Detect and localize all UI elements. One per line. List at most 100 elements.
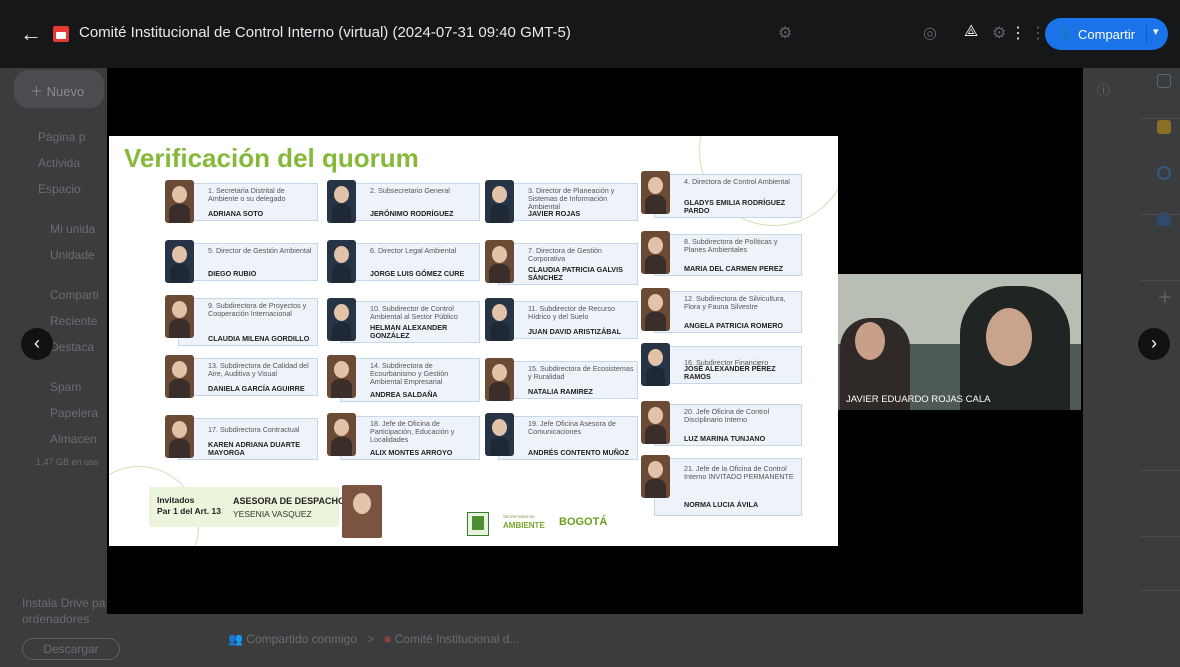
member-name: ANDRÉS CONTENTO MUÑOZ	[528, 448, 629, 457]
plus-icon: ＋	[30, 84, 47, 99]
sidebar-item[interactable]: Unidade	[50, 248, 95, 262]
breadcrumb-separator: >	[367, 632, 375, 646]
share-label: Compartir	[1078, 27, 1136, 42]
sidebar-item[interactable]: Página p	[38, 130, 85, 144]
member-name: JUAN DAVID ARISTIZÁBAL	[528, 327, 622, 336]
advisor-photo	[342, 485, 382, 538]
member-card: 4. Directora de Control Ambiental GLADYS …	[641, 171, 802, 218]
member-role: 5. Director de Gestión Ambiental	[208, 246, 312, 255]
member-photo	[641, 401, 670, 444]
install-promo: Instala Drive pa	[22, 596, 106, 610]
add-to-drive-icon[interactable]: ⟁	[964, 23, 978, 41]
member-photo	[485, 358, 514, 401]
tasks-icon[interactable]	[1157, 166, 1171, 180]
member-name: CLAUDIA PATRICIA GALVIS SÁNCHEZ	[528, 265, 623, 282]
folder-icon: ■	[384, 632, 395, 646]
member-role: 15. Subdirectora de Ecosistemas y Rurali…	[528, 364, 634, 381]
advisor-role: ASESORA DE DESPACHO	[233, 496, 346, 506]
chevron-left-icon[interactable]: ‹	[21, 328, 53, 360]
member-card: 14. Subdirectora de Ecourbanismo y Gesti…	[327, 355, 480, 402]
sidebar-item[interactable]: Papelera	[50, 406, 98, 420]
member-role: 18. Jefe de Oficina de Participación, Ed…	[370, 419, 455, 444]
guests-title: Invitados Par 1 del Art. 13	[157, 495, 221, 516]
sidebar-item[interactable]: Espacio	[38, 182, 81, 196]
member-card: 19. Jefe Oficina Asesora de Comunicacion…	[485, 413, 638, 460]
member-photo	[485, 298, 514, 341]
sidebar-item[interactable]: Spam	[50, 380, 81, 394]
member-photo	[327, 298, 356, 341]
info-icon[interactable]: ⓘ	[1097, 80, 1110, 99]
member-name: JORGE LUIS GÓMEZ CURE	[370, 269, 465, 278]
breadcrumb: 👥 Compartido conmigo > ■ Comité Instituc…	[228, 632, 519, 646]
member-name: LUZ MARINA TUNJANO	[684, 434, 766, 443]
status-icon[interactable]: ◎	[923, 23, 937, 43]
chevron-right-icon[interactable]: ›	[1138, 328, 1170, 360]
settings-sliders-icon[interactable]: ⚙	[778, 23, 792, 43]
member-card: 8. Subdirectora de Políticas y Planes Am…	[641, 231, 802, 276]
member-role: 10. Subdirector de Control Ambiental al …	[370, 304, 458, 321]
member-role: 12. Subdirectora de Silvicultura, Flora …	[684, 294, 786, 311]
advisor-name: YESENIA VASQUEZ	[233, 509, 312, 519]
viewer-header: ← Comité Institucional de Control Intern…	[0, 0, 1180, 68]
member-card: 20. Jefe Oficina de Control Disciplinari…	[641, 401, 802, 446]
breadcrumb-root[interactable]: Compartido conmigo	[246, 632, 357, 646]
share-button[interactable]: 👤 Compartir ▾	[1045, 18, 1168, 50]
member-photo	[641, 171, 670, 214]
member-role: 21. Jefe de la Oficina de Control Intern…	[684, 464, 794, 481]
member-photo	[485, 413, 514, 456]
calendar-icon[interactable]	[1157, 74, 1171, 88]
member-name: MARIA DEL CARMEN PEREZ	[684, 264, 784, 273]
member-card: 11. Subdirector de Recurso Hídrico y del…	[485, 298, 638, 341]
bogota-logo: BOGOTÁ	[559, 516, 608, 528]
member-role: 4. Directora de Control Ambiental	[684, 177, 790, 186]
member-photo	[641, 455, 670, 498]
gear-icon[interactable]: ⚙	[992, 23, 1006, 43]
member-role: 17. Subdirectora Contractual	[208, 425, 300, 434]
member-card: 10. Subdirector de Control Ambiental al …	[327, 298, 480, 343]
more-vert-icon[interactable]: ⋮	[1010, 23, 1026, 43]
install-promo-line2: ordenadores	[22, 612, 90, 626]
member-name: JOSÉ ALEXANDER PÉREZ RAMOS	[684, 364, 776, 381]
presentation-slide: Verificación del quorum 1. Secretaria Di…	[109, 136, 838, 546]
member-photo	[641, 343, 670, 386]
download-button[interactable]: Descargar	[22, 638, 120, 660]
logos: SECRETARÍA DE AMBIENTE BOGOTÁ	[467, 510, 617, 540]
member-name: NORMA LUCIA ÁVILA	[684, 500, 759, 509]
add-addon-icon[interactable]: ＋	[1157, 284, 1173, 308]
member-role: 13. Subdirectora de Calidad del Aire, Au…	[208, 361, 309, 378]
sidebar-item[interactable]: Destaca	[50, 340, 94, 354]
member-photo	[327, 413, 356, 456]
member-name: KAREN ADRIANA DUARTE MAYORGA	[208, 440, 301, 457]
sidebar-item[interactable]: Comparti	[50, 288, 99, 302]
member-role: 9. Subdirectora de Proyectos y Cooperaci…	[208, 301, 307, 318]
new-button[interactable]: ＋ Nuevo	[14, 70, 104, 108]
keep-icon[interactable]	[1157, 120, 1171, 134]
breadcrumb-folder[interactable]: Comité Institucional d...	[395, 632, 520, 646]
file-title: Comité Institucional de Control Interno …	[79, 24, 571, 41]
member-role: 7. Directora de Gestión Corporativa	[528, 246, 602, 263]
sidebar-item[interactable]: Activida	[38, 156, 80, 170]
member-card: 16. Subdirector Financiero JOSÉ ALEXANDER…	[641, 343, 802, 386]
member-card: 6. Director Legal Ambiental JORGE LUIS GÓ…	[327, 240, 480, 283]
member-role: 11. Subdirector de Recurso Hídrico y del…	[528, 304, 615, 321]
member-card: 18. Jefe de Oficina de Participación, Ed…	[327, 413, 480, 460]
member-role: 20. Jefe Oficina de Control Disciplinari…	[684, 407, 770, 424]
back-arrow-icon[interactable]: ←	[20, 22, 44, 46]
member-card: 17. Subdirectora Contractual KAREN ADRIAN…	[165, 415, 318, 460]
video-file-icon	[53, 26, 69, 42]
sidebar-item[interactable]: Mi unida	[50, 222, 95, 236]
member-photo	[485, 180, 514, 223]
member-role: 2. Subsecretario General	[370, 186, 450, 195]
sidebar-item[interactable]: Almacen	[50, 432, 97, 446]
member-name: CLAUDIA MILENA GORDILLO	[208, 334, 310, 343]
member-name: JERÓNIMO RODRÍGUEZ	[370, 209, 454, 218]
share-dropdown-icon[interactable]: ▾	[1146, 25, 1159, 43]
member-photo	[327, 355, 356, 398]
drive-file-viewer: ＋ Nuevo Página p Activida Espacio Mi uni…	[0, 0, 1180, 667]
member-role: 3. Director de Planeación y Sistemas de …	[528, 186, 615, 211]
sidebar-item[interactable]: Reciente	[50, 314, 97, 328]
member-card: 5. Director de Gestión Ambiental DIEGO RU…	[165, 240, 318, 283]
shared-icon: 👥	[228, 632, 247, 646]
secretaria-ambiente-logo: SECRETARÍA DE AMBIENTE	[503, 514, 545, 530]
member-role: 14. Subdirectora de Ecourbanismo y Gesti…	[370, 361, 449, 386]
